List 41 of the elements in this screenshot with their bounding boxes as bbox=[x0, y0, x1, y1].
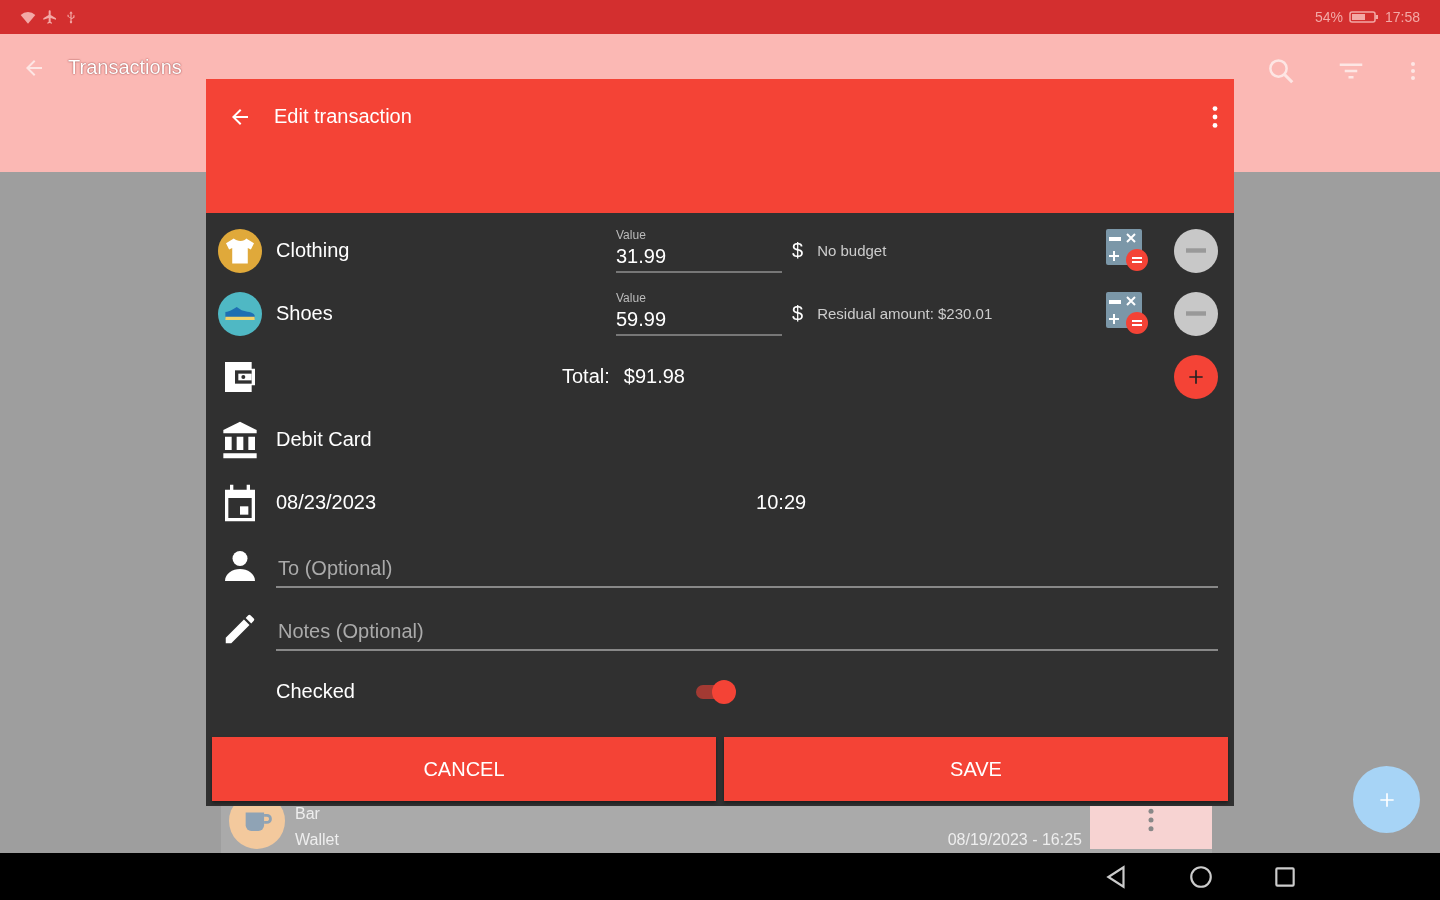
field-label: Value bbox=[616, 228, 647, 242]
time-value[interactable]: 10:29 bbox=[756, 491, 807, 514]
remove-button[interactable] bbox=[1174, 291, 1218, 336]
checked-label: Checked bbox=[276, 680, 356, 703]
currency-symbol: $ bbox=[792, 302, 804, 325]
value-field[interactable]: 31.99 bbox=[616, 245, 782, 273]
airplane-icon bbox=[42, 9, 58, 25]
budget-note: Residual amount: $230.01 bbox=[817, 305, 994, 322]
calculator-icon[interactable] bbox=[1106, 228, 1150, 273]
battery-percent: 54% bbox=[1314, 9, 1343, 25]
minus-icon bbox=[1186, 248, 1206, 253]
dialog-title: Edit transaction bbox=[274, 105, 412, 128]
screen-title: Transactions bbox=[68, 56, 182, 79]
remove-button[interactable] bbox=[1174, 228, 1218, 273]
minus-icon bbox=[1186, 311, 1206, 316]
payee-field[interactable]: To (Optional) bbox=[276, 549, 1218, 588]
bank-icon bbox=[220, 419, 260, 460]
shirt-icon bbox=[226, 236, 254, 265]
item-account: Wallet bbox=[295, 831, 339, 849]
field-label: Value bbox=[616, 291, 647, 305]
total-label: Total: bbox=[562, 365, 610, 388]
notes-field[interactable]: Notes (Optional) bbox=[276, 612, 1218, 651]
dialog-button[interactable]: SAVE bbox=[724, 737, 1228, 801]
shoe-icon bbox=[225, 307, 255, 320]
battery-icon bbox=[1348, 9, 1379, 25]
category-name[interactable]: Shoes bbox=[276, 302, 616, 325]
account-name[interactable]: Debit Card bbox=[276, 428, 372, 451]
date-value[interactable]: 08/23/2023 bbox=[276, 491, 377, 514]
dialog-button[interactable]: CANCEL bbox=[212, 737, 716, 801]
item-name: Bar bbox=[295, 805, 321, 823]
budget-note: No budget bbox=[817, 242, 888, 259]
home-nav-icon[interactable] bbox=[1188, 863, 1214, 890]
clock: 17:58 bbox=[1384, 9, 1420, 25]
item-date: 08/19/2023 - 16:25 bbox=[947, 831, 1082, 849]
wifi-icon bbox=[20, 9, 36, 25]
total-amount: $91.98 bbox=[623, 365, 685, 388]
currency-symbol: $ bbox=[792, 239, 804, 262]
calculator-icon[interactable] bbox=[1106, 291, 1150, 336]
add-split-button[interactable] bbox=[1174, 354, 1218, 399]
value-field[interactable]: 59.99 bbox=[616, 308, 782, 336]
category-name[interactable]: Clothing bbox=[276, 239, 616, 262]
